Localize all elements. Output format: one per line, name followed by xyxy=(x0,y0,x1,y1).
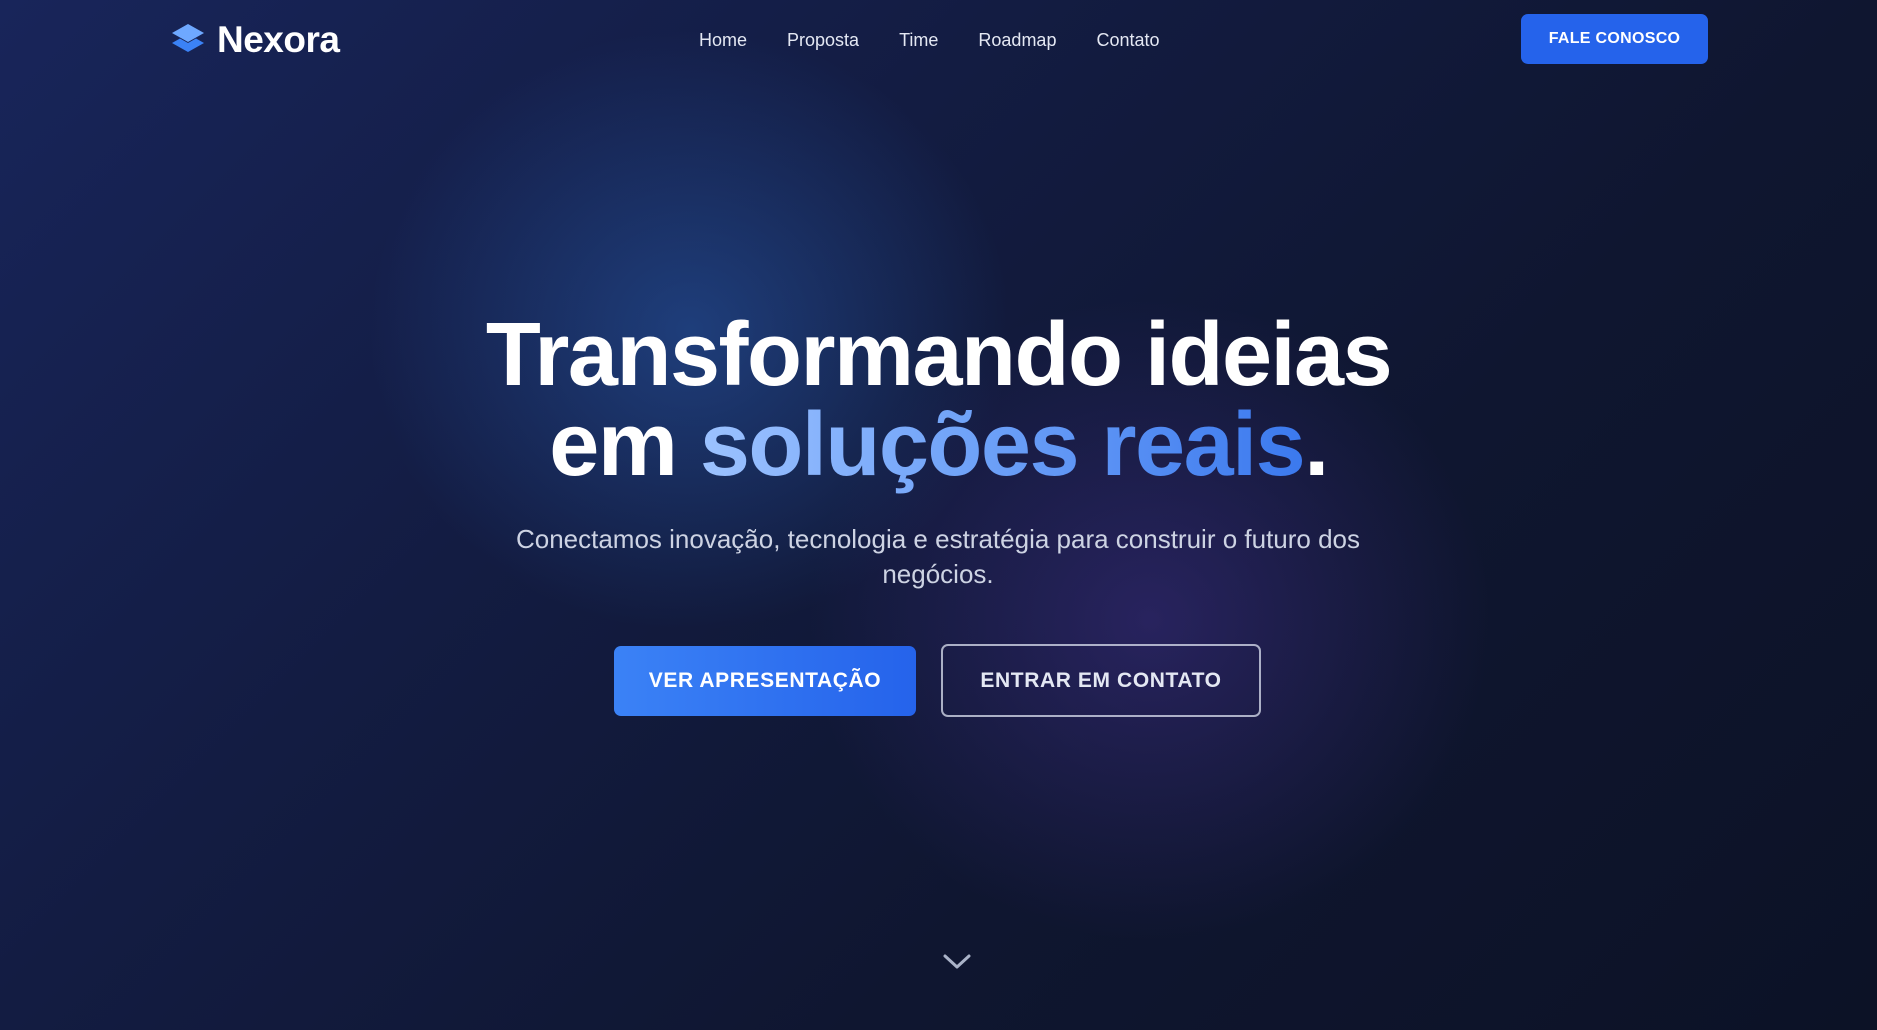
chevron-down-icon[interactable] xyxy=(942,950,972,972)
main-nav: Home Proposta Time Roadmap Contato xyxy=(699,28,1160,52)
brand-logo[interactable]: Nexora xyxy=(171,18,340,62)
headline-line-1: Transformando ideias xyxy=(485,305,1393,405)
hero-headline: Transformando ideias em soluções reais. xyxy=(0,310,1877,490)
headline-suffix: . xyxy=(1304,395,1329,495)
page-background xyxy=(0,0,1877,1030)
nav-item-contato[interactable]: Contato xyxy=(1096,28,1159,52)
view-presentation-button[interactable]: VER APRESENTAÇÃO xyxy=(614,646,916,716)
stacked-layers-icon xyxy=(171,23,205,57)
nav-item-home[interactable]: Home xyxy=(699,28,747,52)
headline-prefix: em xyxy=(549,395,700,495)
get-in-touch-button[interactable]: ENTRAR EM CONTATO xyxy=(941,644,1261,717)
nav-item-roadmap[interactable]: Roadmap xyxy=(978,28,1056,52)
headline-line-2: em soluções reais. xyxy=(0,400,1877,490)
nav-item-time[interactable]: Time xyxy=(899,28,938,52)
headline-highlight: soluções reais xyxy=(699,395,1306,495)
site-header: Nexora Home Proposta Time Roadmap Contat… xyxy=(0,0,1877,80)
contact-us-button[interactable]: FALE CONOSCO xyxy=(1521,14,1708,64)
nav-item-proposta[interactable]: Proposta xyxy=(787,28,859,52)
hero-subtitle: Conectamos inovação, tecnologia e estrat… xyxy=(515,524,1361,589)
brand-name: Nexora xyxy=(217,19,340,60)
